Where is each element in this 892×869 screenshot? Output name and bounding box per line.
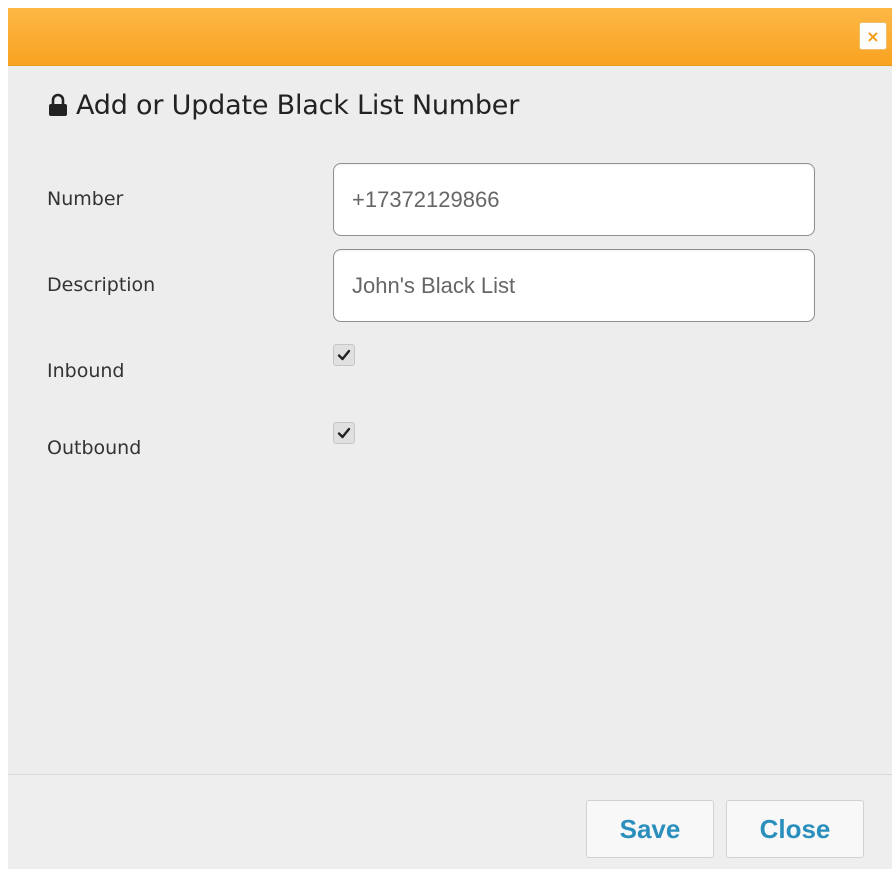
description-label: Description [47,274,156,296]
save-button[interactable]: Save [586,800,714,858]
outbound-label: Outbound [47,437,142,459]
checkmark-icon [337,349,351,361]
description-input[interactable] [333,249,815,322]
inbound-checkbox[interactable] [333,344,355,366]
dialog-titlebar: × [8,8,892,66]
number-input[interactable] [333,163,815,236]
dialog-title: Add or Update Black List Number [76,89,520,121]
outbound-checkbox[interactable] [333,422,355,444]
close-icon[interactable]: × [859,22,887,50]
lock-icon [48,93,68,117]
dialog-heading: Add or Update Black List Number [48,88,519,122]
close-button[interactable]: Close [726,800,864,858]
checkmark-icon [337,427,351,439]
inbound-label: Inbound [47,360,125,382]
blacklist-dialog: × Add or Update Black List Number Number… [8,8,892,869]
number-label: Number [47,188,124,210]
